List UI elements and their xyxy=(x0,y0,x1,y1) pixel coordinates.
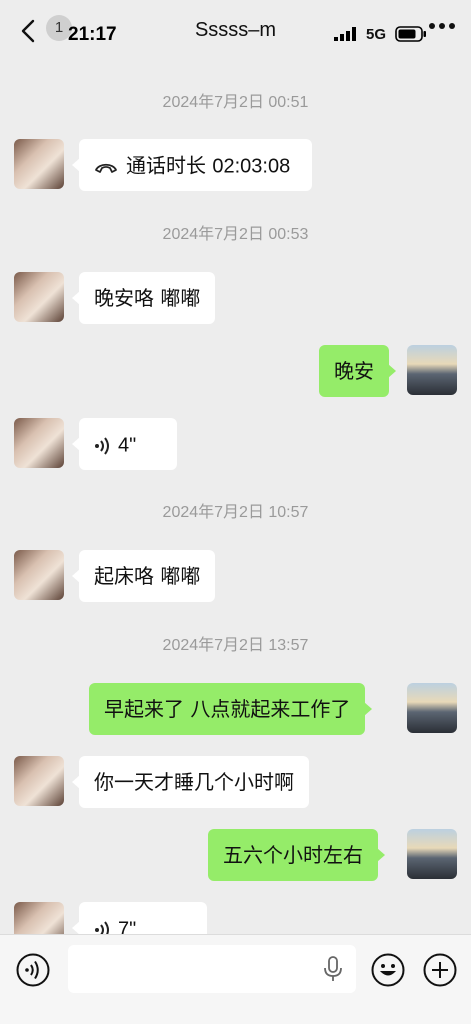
plus-circle-icon[interactable] xyxy=(423,953,457,987)
call-record-bubble[interactable]: 通话时长 02:03:08 xyxy=(72,139,312,191)
contact-avatar[interactable] xyxy=(14,418,64,468)
voice-wave-icon xyxy=(95,436,109,455)
signal-icon xyxy=(334,27,356,41)
voice-input-toggle-icon[interactable] xyxy=(16,953,50,987)
phone-hangup-icon xyxy=(95,163,117,173)
timestamp: 2024年7月2日 13:57 xyxy=(162,637,309,654)
contact-avatar[interactable] xyxy=(14,139,64,189)
timestamp: 2024年7月2日 00:53 xyxy=(162,226,309,243)
microphone-icon[interactable] xyxy=(322,956,344,982)
battery-icon xyxy=(395,26,426,42)
call-duration: 02:03:08 xyxy=(212,155,291,178)
network-type: 5G xyxy=(366,26,387,43)
timestamp: 2024年7月2日 10:57 xyxy=(162,504,309,521)
timestamp: 2024年7月2日 00:51 xyxy=(162,94,309,111)
contact-avatar[interactable] xyxy=(14,272,64,322)
message-bubble-outgoing[interactable]: 早起来了 八点就起来工作了 xyxy=(89,683,373,735)
message-bubble-incoming[interactable]: 起床咯 嘟嘟 xyxy=(71,550,216,602)
voice-duration: 4" xyxy=(118,434,137,457)
emoji-smile-icon[interactable] xyxy=(371,953,405,987)
input-bar xyxy=(0,934,471,1024)
my-avatar[interactable] xyxy=(407,683,457,733)
message-bubble-outgoing[interactable]: 晚安 xyxy=(319,345,396,397)
contact-avatar[interactable] xyxy=(14,756,64,806)
message-bubble-incoming[interactable]: 你一天才睡几个小时啊 xyxy=(72,756,309,808)
more-dots-icon[interactable] xyxy=(424,20,460,32)
call-label: 通话时长 xyxy=(126,155,206,178)
message-bubble-outgoing[interactable]: 五六个小时左右 xyxy=(208,829,385,881)
contact-avatar[interactable] xyxy=(14,550,64,600)
chat-header: 1 21:17 Sssss–m 5G xyxy=(0,0,471,64)
message-input[interactable] xyxy=(68,945,356,993)
my-avatar[interactable] xyxy=(407,829,457,879)
message-bubble-incoming[interactable]: 晚安咯 嘟嘟 xyxy=(71,272,216,324)
voice-message-bubble[interactable]: 4" xyxy=(72,418,177,470)
my-avatar[interactable] xyxy=(407,345,457,395)
